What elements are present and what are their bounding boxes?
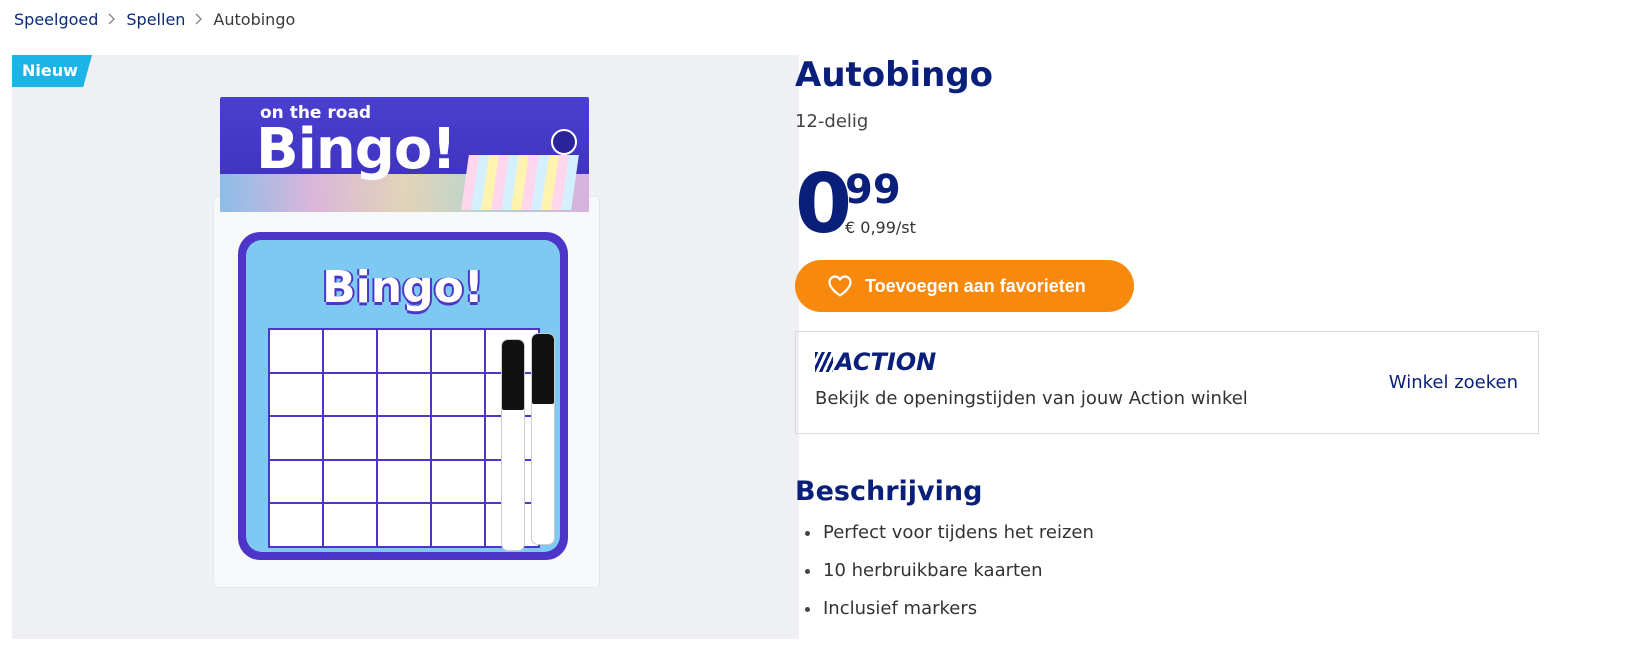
store-info-text: Bekijk de openingstijden van jouw Action… (815, 388, 1248, 409)
action-logo: ACTION (815, 348, 936, 376)
bingo-cell (378, 417, 430, 459)
store-locator: ACTION Bekijk de openingstijden van jouw… (795, 331, 1539, 434)
bingo-cell (270, 373, 322, 416)
find-store-link[interactable]: Winkel zoeken (1389, 372, 1518, 393)
add-to-favorites-label: Toevoegen aan favorieten (865, 275, 1086, 296)
bingo-cell (432, 504, 484, 546)
bingo-cell (270, 330, 322, 372)
description-list: Perfect voor tijdens het reizen 10 herbr… (805, 520, 1094, 634)
description-title: Beschrijving (795, 476, 983, 507)
chevron-right-icon (102, 9, 122, 29)
bingo-grid (268, 328, 540, 548)
bingo-cell (324, 373, 376, 416)
bingo-cell (432, 373, 484, 416)
packaging-header: on the road Bingo! (220, 97, 589, 212)
bingo-cell (378, 460, 430, 503)
price-integer: 0 (795, 157, 853, 252)
heart-icon (827, 274, 853, 298)
packaging-cards-illustration (461, 155, 579, 210)
price-decimals: 99 (845, 167, 901, 213)
breadcrumb: Speelgoed Spellen Autobingo (14, 9, 295, 29)
product-image[interactable]: Nieuw on the road Bingo! Bingo! (12, 55, 799, 639)
description-item: Inclusief markers (805, 596, 1094, 634)
bingo-cell (378, 330, 430, 372)
product-photo: on the road Bingo! Bingo! (214, 97, 599, 597)
bingo-board-title: Bingo! (322, 262, 484, 313)
packaging-title: Bingo! (256, 117, 457, 182)
product-title: Autobingo (795, 55, 994, 95)
description-item: Perfect voor tijdens het reizen (805, 520, 1094, 558)
action-logo-stripes-icon (815, 352, 833, 372)
bingo-cell (432, 330, 484, 372)
bingo-cell (432, 417, 484, 459)
packaging-icon (551, 129, 577, 155)
bingo-cell (324, 330, 376, 372)
bingo-cell (378, 373, 430, 416)
chevron-right-icon (189, 9, 209, 29)
breadcrumb-item-current: Autobingo (213, 9, 296, 29)
marker-pen (532, 334, 554, 544)
breadcrumb-item-speelgoed[interactable]: Speelgoed (14, 10, 98, 29)
bingo-cell (270, 460, 322, 503)
bingo-cell (324, 504, 376, 546)
breadcrumb-item-spellen[interactable]: Spellen (126, 10, 185, 29)
description-item: 10 herbruikbare kaarten (805, 558, 1094, 596)
new-badge: Nieuw (12, 55, 92, 87)
marker-pen (502, 340, 524, 550)
bingo-cell (324, 417, 376, 459)
product-subtitle: 12-delig (795, 111, 869, 132)
unit-price: € 0,99/st (845, 218, 916, 237)
bingo-cell (378, 504, 430, 546)
add-to-favorites-button[interactable]: Toevoegen aan favorieten (795, 260, 1134, 312)
bingo-cell (270, 504, 322, 546)
action-logo-text: ACTION (835, 348, 937, 376)
bingo-cell (270, 417, 322, 459)
bingo-cell (432, 460, 484, 503)
bingo-cell (324, 460, 376, 503)
